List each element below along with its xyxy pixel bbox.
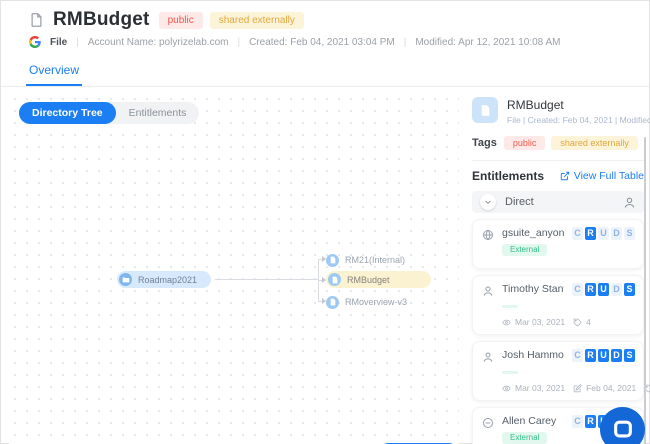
viewed-date-value: Mar 03, 2021 — [515, 383, 566, 393]
chat-launcher-button[interactable] — [600, 407, 645, 444]
toggle-entitlements[interactable]: Entitlements — [116, 102, 200, 124]
modified-date-icon — [573, 383, 582, 393]
permissions-badges: CRUDS — [572, 349, 635, 362]
file-icon — [328, 273, 341, 286]
perm-d: D — [611, 227, 622, 240]
viewed-date-icon — [502, 384, 511, 393]
perm-c: C — [572, 415, 583, 428]
user-icon — [482, 350, 494, 362]
direct-group-row[interactable]: Direct — [472, 191, 644, 213]
header-meta-item: Account Name: polyrizelab.com — [87, 36, 229, 48]
view-full-table-link[interactable]: View Full Table — [560, 170, 644, 182]
entitlement-count-value: 4 — [586, 317, 591, 327]
anonymous-user-icon — [482, 416, 494, 428]
perm-d: D — [611, 283, 622, 296]
perm-c: C — [572, 349, 583, 362]
viewed-date-icon — [502, 318, 511, 327]
source-type-label: File — [50, 36, 68, 48]
tag-badge[interactable]: shared externally — [551, 136, 638, 150]
chevron-down-icon[interactable] — [480, 194, 496, 210]
permissions-badges: CRUDS — [572, 283, 635, 296]
user-icon — [482, 284, 494, 296]
group-label: Direct — [505, 196, 534, 208]
tree-node-label: RM21(Internal) — [345, 255, 406, 265]
tags-label: Tags — [472, 137, 497, 149]
perm-u: U — [598, 349, 609, 362]
entitlement-count-icon — [573, 318, 582, 327]
file-icon — [29, 11, 44, 29]
tree-node-child[interactable]: RMoverview-v3 — [326, 295, 407, 309]
page-header: RMBudget public shared externally File | A… — [1, 1, 649, 48]
details-panel: RMBudget File | Created: Feb 04, 2021 | … — [459, 93, 650, 444]
tree-node-label: Roadmap2021 — [138, 274, 198, 285]
tree-node-label: RMBudget — [347, 274, 390, 285]
entitlement-name: Josh Hammond — [502, 349, 564, 361]
perm-s: S — [624, 283, 635, 296]
perm-d: D — [611, 349, 622, 362]
tab-overview[interactable]: Overview — [26, 57, 83, 86]
toggle-directory-tree[interactable]: Directory Tree — [19, 102, 116, 124]
google-icon — [29, 36, 41, 48]
entitlement-name: Allen Carey — [502, 415, 557, 427]
divider — [472, 160, 644, 161]
tree-node-label: RMoverview-v3 — [345, 297, 408, 307]
tree-node-child[interactable]: RMBudget — [326, 271, 431, 288]
perm-c: C — [572, 283, 583, 296]
separator: | — [403, 36, 407, 48]
file-icon — [326, 295, 339, 309]
perm-u: U — [598, 227, 609, 240]
folder-icon — [119, 273, 132, 286]
details-title: RMBudget — [507, 98, 564, 112]
scrollbar[interactable] — [643, 137, 646, 444]
entitlement-card[interactable]: Timothy Stanton Mar 03, 2021 4 CRUDS — [472, 275, 644, 335]
perm-r: R — [585, 415, 596, 428]
header-meta-item: Modified: Apr 12, 2021 10:08 AM — [415, 36, 561, 48]
entitlement-name: Timothy Stanton — [502, 283, 564, 295]
separator: | — [76, 36, 79, 48]
entitlement-meta: Mar 03, 2021 4 — [502, 317, 591, 327]
entitlement-card[interactable]: gsuite_anyone External CRUDS — [472, 219, 644, 269]
perm-s: S — [624, 349, 635, 362]
view-toggle: Directory Tree Entitlements — [19, 102, 200, 124]
perm-c: C — [572, 227, 583, 240]
permissions-badges: CRUDS — [572, 227, 635, 240]
tree-node-root[interactable]: Roadmap2021 — [117, 271, 212, 288]
perm-r: R — [585, 227, 596, 240]
chat-icon — [613, 420, 632, 438]
external-link-icon — [560, 171, 569, 181]
viewed-date-value: Mar 03, 2021 — [515, 317, 566, 327]
external-badge: External — [502, 244, 548, 256]
entitlement-card[interactable]: Josh Hammond Mar 03, 2021Feb 04, 20216 C… — [472, 341, 650, 401]
perm-u: U — [598, 283, 609, 296]
entitlement-name: gsuite_anyone — [502, 227, 564, 239]
tag-badge: shared externally — [209, 11, 304, 29]
tag-badge[interactable]: public — [503, 136, 546, 150]
external-badge: External — [502, 432, 548, 444]
page-title: RMBudget — [53, 9, 150, 30]
separator: | — [237, 36, 241, 48]
tag-badge: public — [158, 11, 203, 29]
entitlement-meta: Mar 03, 2021Feb 04, 20216 — [502, 383, 650, 393]
perm-r: R — [585, 283, 596, 296]
header-meta-item: Created: Feb 04, 2021 03:04 PM — [249, 36, 395, 48]
external-badge — [502, 371, 518, 374]
tree-connector — [215, 279, 318, 280]
perm-s: S — [624, 227, 635, 240]
details-meta: File | Created: Feb 04, 2021 | Modified:… — [507, 115, 650, 125]
perm-r: R — [585, 349, 596, 362]
tab-bar: Overview — [1, 57, 649, 87]
user-icon — [623, 196, 636, 209]
file-icon — [326, 253, 339, 267]
globe-icon — [482, 228, 494, 241]
file-type-icon — [472, 97, 498, 123]
entitlements-heading: Entitlements — [472, 169, 545, 183]
directory-tree-panel: Directory Tree Entitlements Roadmap2021 R… — [9, 93, 459, 444]
tree-node-child[interactable]: RM21(Internal) — [326, 253, 405, 267]
external-badge — [502, 305, 518, 308]
modified-date-value: Feb 04, 2021 — [586, 383, 637, 393]
